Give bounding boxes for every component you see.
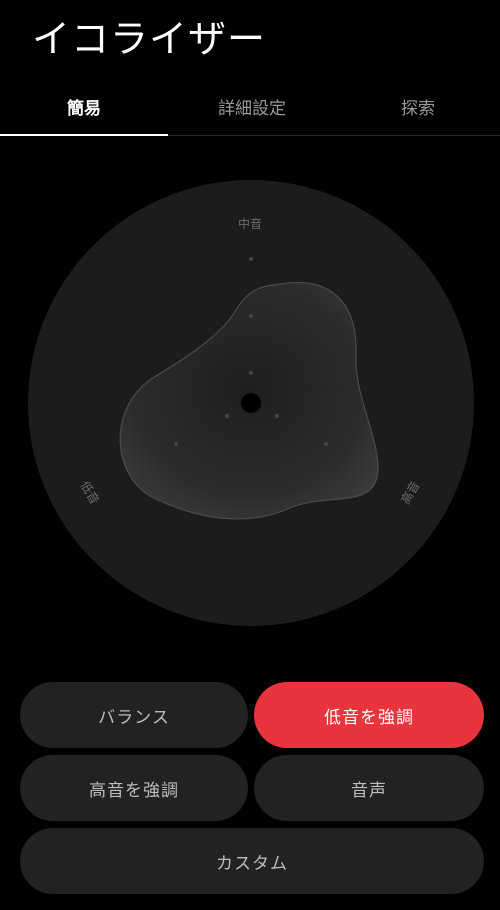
axis-dot — [225, 414, 229, 418]
axis-dot — [174, 442, 178, 446]
equalizer-dial[interactable]: 中音 低音 高音 — [28, 180, 474, 626]
tab-divider — [168, 135, 500, 136]
preset-voice-button[interactable]: 音声 — [254, 755, 484, 821]
preset-balance-button[interactable]: バランス — [20, 682, 248, 748]
axis-dot — [275, 414, 279, 418]
equalizer-graphic[interactable] — [28, 180, 474, 626]
preset-bass-boost-button[interactable]: 低音を強調 — [254, 682, 484, 748]
tab-bar: 簡易 詳細設定 探索 — [0, 78, 500, 136]
preset-custom-button[interactable]: カスタム — [20, 828, 484, 894]
tab-explore[interactable]: 探索 — [336, 78, 500, 134]
axis-dot — [324, 442, 328, 446]
axis-dot — [249, 371, 253, 375]
page-title: イコライザー — [32, 17, 267, 61]
tab-simple[interactable]: 簡易 — [0, 78, 168, 134]
eq-center-handle[interactable] — [241, 393, 261, 413]
preset-treble-boost-button[interactable]: 高音を強調 — [20, 755, 248, 821]
tab-active-indicator — [0, 134, 168, 136]
axis-label-mid: 中音 — [238, 217, 263, 231]
axis-dot — [249, 257, 253, 261]
tab-advanced[interactable]: 詳細設定 — [168, 78, 336, 134]
axis-dot — [249, 314, 253, 318]
